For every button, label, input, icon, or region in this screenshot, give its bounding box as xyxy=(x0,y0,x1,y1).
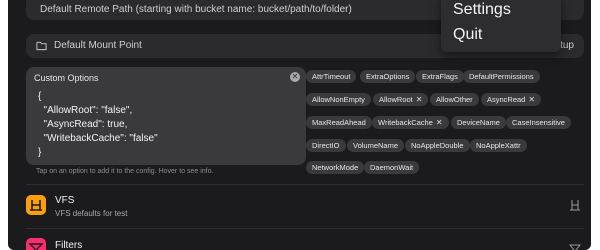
menu-item-quit[interactable]: Quit xyxy=(453,26,482,44)
json-line: "WritebackCache": "false" xyxy=(38,133,158,144)
filters-title: Filters xyxy=(55,240,83,250)
vfs-icon xyxy=(26,195,46,215)
custom-options-editor[interactable]: Custom Options ✕ { "AllowRoot": "false",… xyxy=(26,67,306,165)
chip-label: ExtraFlags xyxy=(422,72,458,81)
chip-directio[interactable]: DirectIO xyxy=(306,139,346,152)
chip-allowother[interactable]: AllowOther xyxy=(430,93,479,106)
divider xyxy=(26,228,584,229)
json-line: "AsyncRead": true, xyxy=(38,119,128,130)
remote-path-placeholder: Default Remote Path (starting with bucke… xyxy=(40,4,352,15)
chip-caseinsensitive[interactable]: CaseInsensitive xyxy=(506,116,571,129)
vfs-edit-icon[interactable] xyxy=(569,199,581,211)
json-line: { xyxy=(38,91,42,102)
chip-label: DefaultPermissions xyxy=(469,72,534,81)
chip-label: WritebackCache xyxy=(378,118,433,127)
chip-networkmode[interactable]: NetworkMode xyxy=(306,161,365,174)
remove-icon[interactable]: ✕ xyxy=(436,118,443,127)
chip-devicename[interactable]: DeviceName xyxy=(451,116,506,129)
chip-label: NoAppleDouble xyxy=(411,141,464,150)
remove-icon[interactable]: ✕ xyxy=(528,95,535,104)
chip-extraoptions[interactable]: ExtraOptions xyxy=(360,70,416,83)
chip-daemonwait[interactable]: DaemonWait xyxy=(364,161,420,174)
vfs-subtitle: VFS defaults for test xyxy=(55,209,128,218)
chip-label: AttrTimeout xyxy=(312,72,351,81)
chip-maxreadahead[interactable]: MaxReadAhead xyxy=(306,116,372,129)
menu-item-settings[interactable]: Settings xyxy=(453,1,511,19)
chip-label: AllowNonEmpty xyxy=(312,95,365,104)
context-menu: Settings Quit xyxy=(441,0,561,52)
folder-icon xyxy=(36,41,47,51)
chip-label: CaseInsensitive xyxy=(512,118,565,127)
chip-label: ExtraOptions xyxy=(366,72,410,81)
chip-label: NoAppleXattr xyxy=(476,141,521,150)
chip-writebackcache[interactable]: WritebackCache ✕ xyxy=(372,116,449,129)
chip-label: DaemonWait xyxy=(370,163,414,172)
chip-volumename[interactable]: VolumeName xyxy=(347,139,405,152)
divider xyxy=(26,184,584,185)
chip-defaultpermissions[interactable]: DefaultPermissions xyxy=(463,70,540,83)
chip-label: DirectIO xyxy=(312,141,340,150)
custom-options-title: Custom Options xyxy=(34,73,99,83)
vfs-title: VFS xyxy=(55,195,75,206)
chip-noapplexattr[interactable]: NoAppleXattr xyxy=(470,139,527,152)
chip-asyncread[interactable]: AsyncRead ✕ xyxy=(481,93,542,106)
chip-attrtimeout[interactable]: AttrTimeout xyxy=(306,70,357,83)
chip-label: VolumeName xyxy=(353,141,399,150)
mount-point-label: Default Mount Point xyxy=(54,40,142,51)
chip-label: AllowRoot xyxy=(379,95,413,104)
options-hint: Tap on an option to add it to the config… xyxy=(36,168,214,175)
chip-extraflags[interactable]: ExtraFlags xyxy=(416,70,464,83)
json-line: "AllowRoot": "false", xyxy=(38,105,133,116)
filters-edit-icon[interactable] xyxy=(569,243,581,250)
chip-allowroot[interactable]: AllowRoot ✕ xyxy=(373,93,429,106)
setup-button-label[interactable]: tup xyxy=(560,40,574,51)
chip-label: AsyncRead xyxy=(487,95,526,104)
app-window: Default Remote Path (starting with bucke… xyxy=(8,0,591,250)
chip-noappledouble[interactable]: NoAppleDouble xyxy=(405,139,470,152)
chip-label: MaxReadAhead xyxy=(312,118,366,127)
filter-icon xyxy=(26,238,46,250)
chip-label: AllowOther xyxy=(436,95,473,104)
json-line: } xyxy=(38,147,42,158)
remove-icon[interactable]: ✕ xyxy=(416,95,423,104)
chip-label: NetworkMode xyxy=(312,163,359,172)
chip-label: DeviceName xyxy=(457,118,500,127)
clear-icon[interactable]: ✕ xyxy=(290,72,300,82)
chip-allownonempty[interactable]: AllowNonEmpty xyxy=(306,93,371,106)
